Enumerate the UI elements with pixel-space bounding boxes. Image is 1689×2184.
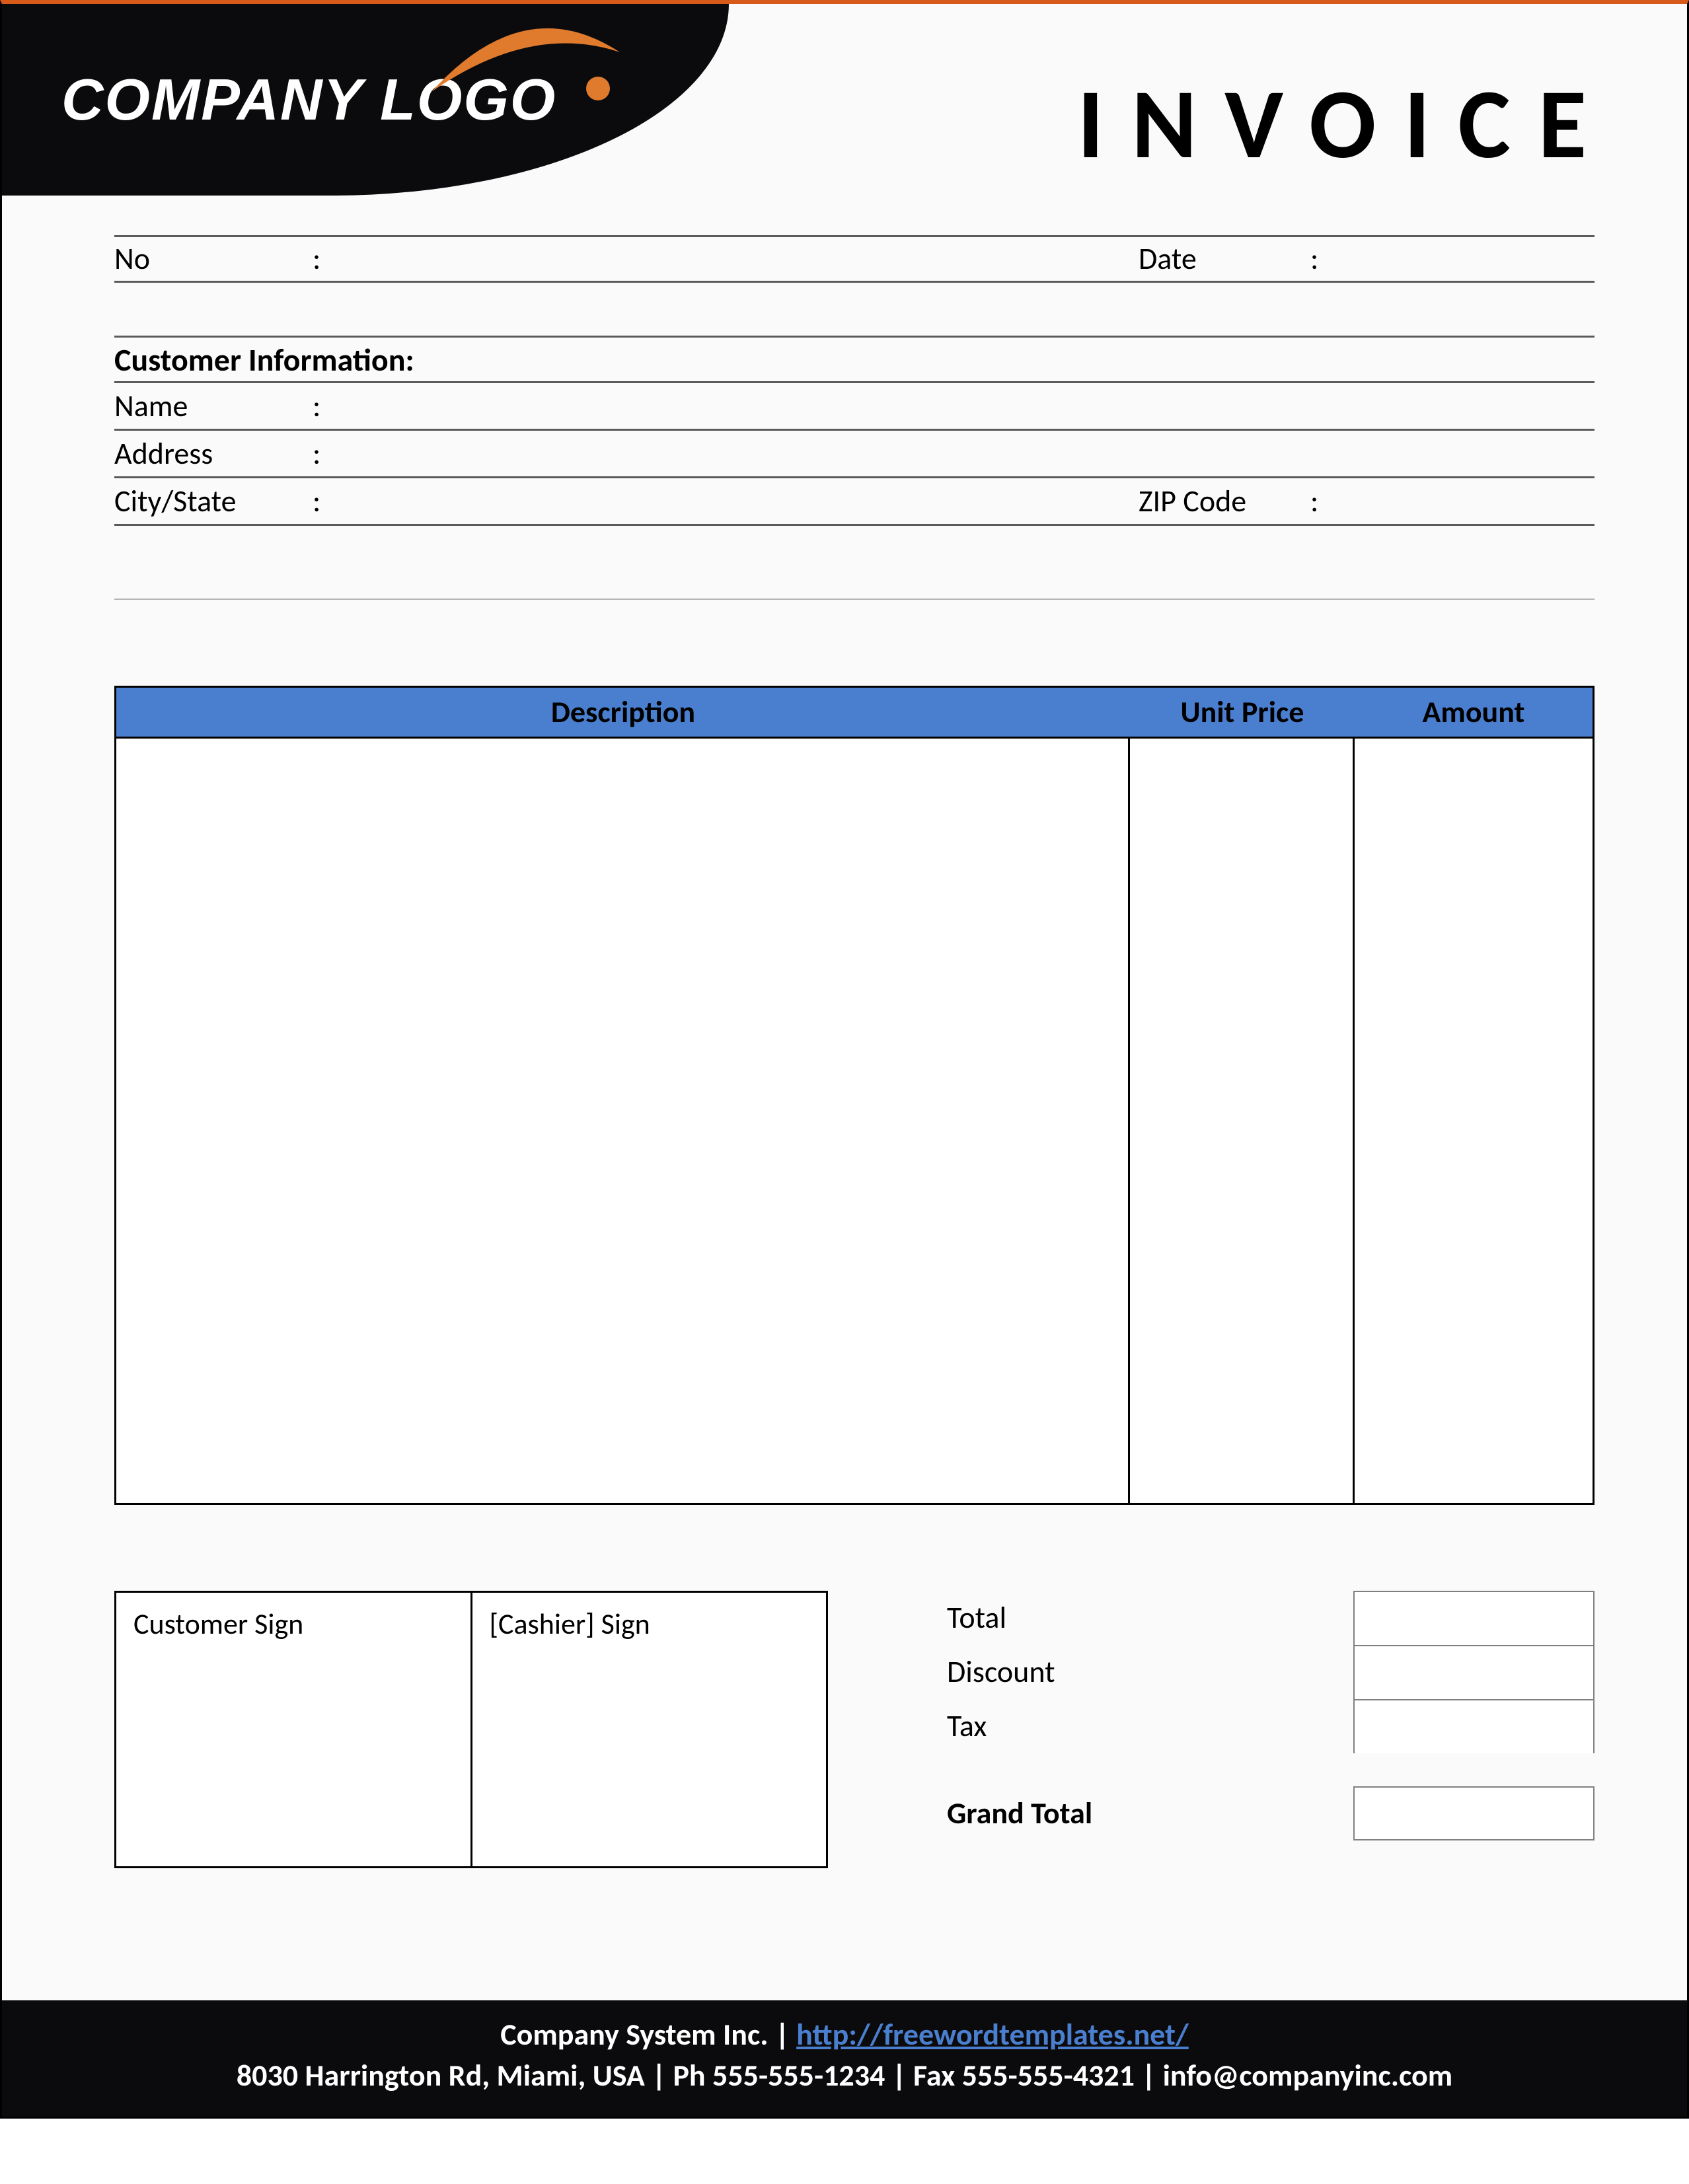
invoice-page: COMPANY LOGO INVOICE No : Date : Custome… xyxy=(0,0,1689,2119)
city-state-label: City/State xyxy=(114,483,313,520)
items-table: Description Unit Price Amount xyxy=(114,686,1595,1505)
header: COMPANY LOGO INVOICE xyxy=(2,4,1687,215)
cashier-sign-cell: [Cashier] Sign xyxy=(472,1593,827,1866)
footer-address-line: 8030 Harrington Rd, Miami, USA | Ph 555-… xyxy=(15,2057,1674,2094)
customer-sign-cell: Customer Sign xyxy=(116,1593,472,1866)
no-label: No xyxy=(114,240,313,277)
zip-label: ZIP Code xyxy=(1139,483,1310,520)
discount-label: Discount xyxy=(947,1645,1353,1699)
items-header-row: Description Unit Price Amount xyxy=(114,686,1595,739)
tax-label: Tax xyxy=(947,1699,1353,1753)
grand-total-value-box xyxy=(1353,1786,1595,1840)
col-amount: Amount xyxy=(1355,694,1593,731)
col-description: Description xyxy=(116,694,1130,731)
footer: Company System Inc. | http://freewordtem… xyxy=(2,2000,1687,2117)
logo-panel: COMPANY LOGO xyxy=(2,4,729,196)
colon: : xyxy=(313,388,332,425)
footer-sep: | xyxy=(768,2016,796,2053)
colon: : xyxy=(1310,240,1330,277)
date-label: Date xyxy=(1139,240,1310,277)
customer-name-row: Name : xyxy=(114,383,1595,431)
discount-value-box xyxy=(1353,1645,1595,1699)
swoosh-icon xyxy=(425,16,623,115)
footer-url-link[interactable]: http://freewordtemplates.net/ xyxy=(796,2016,1189,2053)
address-label: Address xyxy=(114,435,313,472)
items-amount-cell xyxy=(1355,739,1593,1503)
name-label: Name xyxy=(114,388,313,425)
grand-total-label: Grand Total xyxy=(947,1786,1353,1840)
items-unit-price-cell xyxy=(1130,739,1355,1503)
items-description-cell xyxy=(116,739,1130,1503)
divider xyxy=(114,599,1595,600)
total-label: Total xyxy=(947,1591,1353,1645)
totals-section: Total Discount Tax Grand Total xyxy=(947,1591,1595,1868)
customer-info-heading: Customer Information: xyxy=(114,336,1595,383)
colon: : xyxy=(1310,483,1330,520)
colon: : xyxy=(313,483,332,520)
meta-row-no-date: No : Date : xyxy=(114,235,1595,283)
total-value-box xyxy=(1353,1591,1595,1645)
invoice-title: INVOICE xyxy=(1077,63,1614,184)
customer-address-row: Address : xyxy=(114,431,1595,478)
colon: : xyxy=(313,435,332,472)
bottom-section: Customer Sign [Cashier] Sign Total Disco… xyxy=(114,1591,1595,1868)
signature-box: Customer Sign [Cashier] Sign xyxy=(114,1591,828,1868)
colon: : xyxy=(313,240,332,277)
footer-company: Company System Inc. xyxy=(500,2016,768,2053)
tax-value-box xyxy=(1353,1699,1595,1753)
col-unit-price: Unit Price xyxy=(1130,694,1355,731)
customer-city-zip-row: City/State : ZIP Code : xyxy=(114,478,1595,526)
items-body xyxy=(114,739,1595,1505)
